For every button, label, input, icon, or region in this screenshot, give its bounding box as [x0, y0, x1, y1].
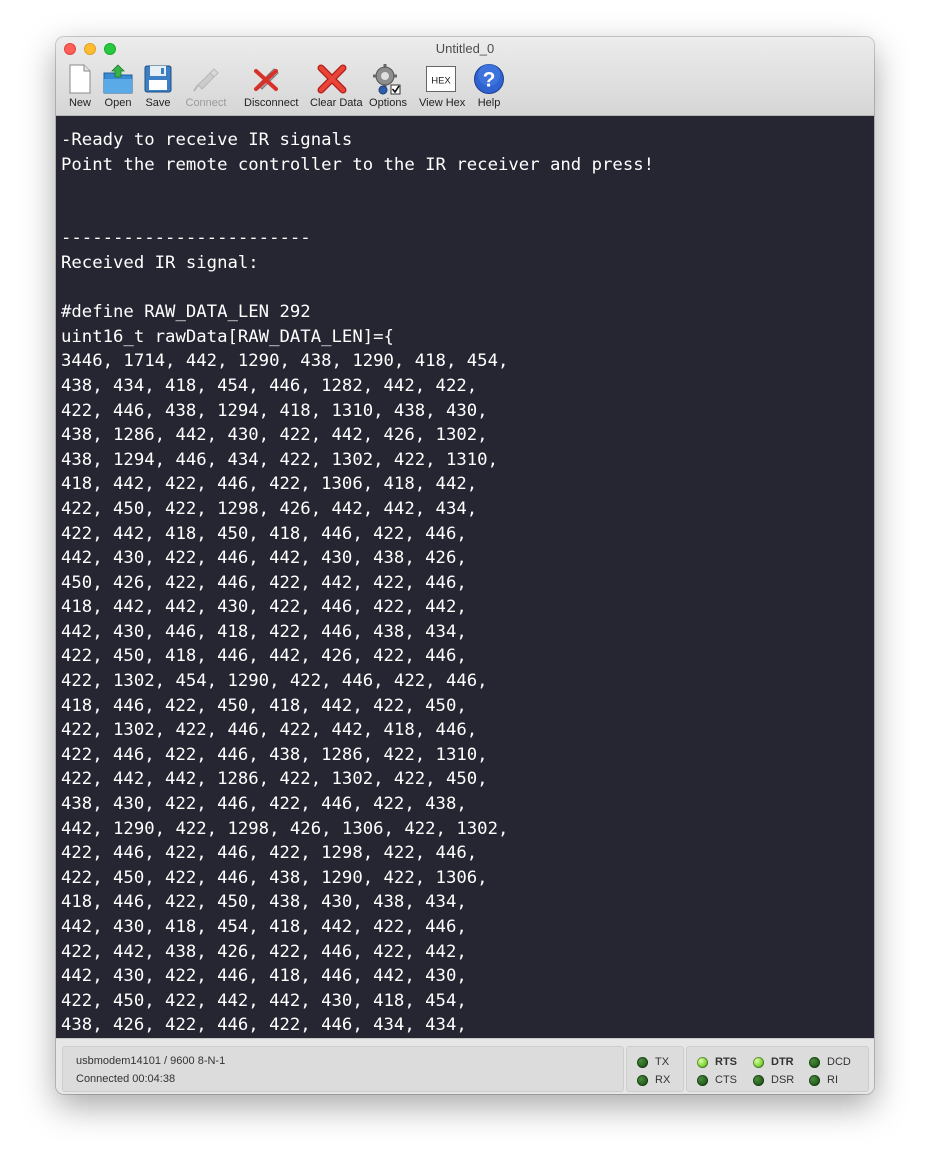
led-tx-label: TX — [655, 1056, 670, 1068]
connect-button[interactable]: Connect — [186, 61, 226, 113]
usb-plug-icon — [193, 68, 219, 92]
port-info-box: usbmodem14101 / 9600 8-N-1 Connected 00:… — [62, 1046, 624, 1092]
status-bar: usbmodem14101 / 9600 8-N-1 Connected 00:… — [56, 1038, 874, 1094]
led-rts-label: RTS — [715, 1056, 737, 1068]
line-signal-led-box: RTS CTS DTR DSR DCD RI — [686, 1046, 869, 1092]
led-indicator-icon — [697, 1057, 708, 1068]
tx-rx-led-box: TX RX — [626, 1046, 684, 1092]
view-hex-button[interactable]: HEX View Hex — [419, 61, 465, 113]
toolbar: New Open Save Connect Disconnect Clear D… — [56, 61, 874, 115]
disconnect-plug-icon — [254, 68, 279, 91]
save-label: Save — [145, 97, 171, 109]
led-indicator-icon — [809, 1057, 820, 1068]
hex-icon-text: HEX — [431, 76, 451, 87]
title-bar: Untitled_0 New Open Save Connect Disconn… — [56, 37, 874, 116]
led-indicator-icon — [637, 1075, 648, 1086]
options-button[interactable]: Options — [369, 61, 407, 113]
led-indicator-icon — [697, 1075, 708, 1086]
help-question-icon: ? — [474, 64, 504, 94]
help-icon-text: ? — [483, 69, 496, 92]
disconnect-button[interactable]: Disconnect — [244, 61, 298, 113]
led-indicator-icon — [753, 1057, 764, 1068]
hex-box-icon: HEX — [426, 66, 456, 92]
options-label: Options — [369, 97, 407, 109]
led-ri-label: RI — [827, 1074, 838, 1086]
gear-options-icon — [373, 64, 401, 95]
open-label: Open — [104, 97, 132, 109]
window-title: Untitled_0 — [435, 41, 495, 56]
help-button[interactable]: ? Help — [474, 61, 504, 113]
connect-label: Connect — [185, 97, 227, 109]
led-dcd-label: DCD — [827, 1056, 851, 1068]
app-window: Untitled_0 New Open Save Connect Disconn… — [56, 37, 874, 1094]
clear-data-button[interactable]: Clear Data — [310, 61, 363, 113]
new-document-icon — [69, 64, 91, 94]
save-floppy-icon — [144, 65, 172, 93]
new-button[interactable]: New — [68, 61, 92, 113]
led-dtr-label: DTR — [771, 1056, 794, 1068]
terminal-text: -Ready to receive IR signals Point the r… — [61, 130, 655, 1036]
led-cts-label: CTS — [715, 1074, 737, 1086]
red-x-icon — [317, 64, 347, 94]
led-rx-label: RX — [655, 1074, 671, 1086]
terminal-output-area[interactable]: -Ready to receive IR signals Point the r… — [56, 116, 874, 1038]
save-button[interactable]: Save — [144, 61, 172, 113]
connection-status: Connected 00:04:38 — [76, 1073, 176, 1085]
open-button[interactable]: Open — [103, 61, 133, 113]
led-indicator-icon — [753, 1075, 764, 1086]
clear-data-label: Clear Data — [310, 97, 363, 109]
led-indicator-icon — [809, 1075, 820, 1086]
disconnect-label: Disconnect — [244, 97, 299, 109]
open-folder-icon — [103, 64, 133, 94]
port-settings: usbmodem14101 / 9600 8-N-1 — [76, 1055, 226, 1067]
led-dsr-label: DSR — [771, 1074, 795, 1086]
view-hex-label: View Hex — [419, 97, 466, 109]
help-label: Help — [477, 97, 501, 109]
led-indicator-icon — [637, 1057, 648, 1068]
